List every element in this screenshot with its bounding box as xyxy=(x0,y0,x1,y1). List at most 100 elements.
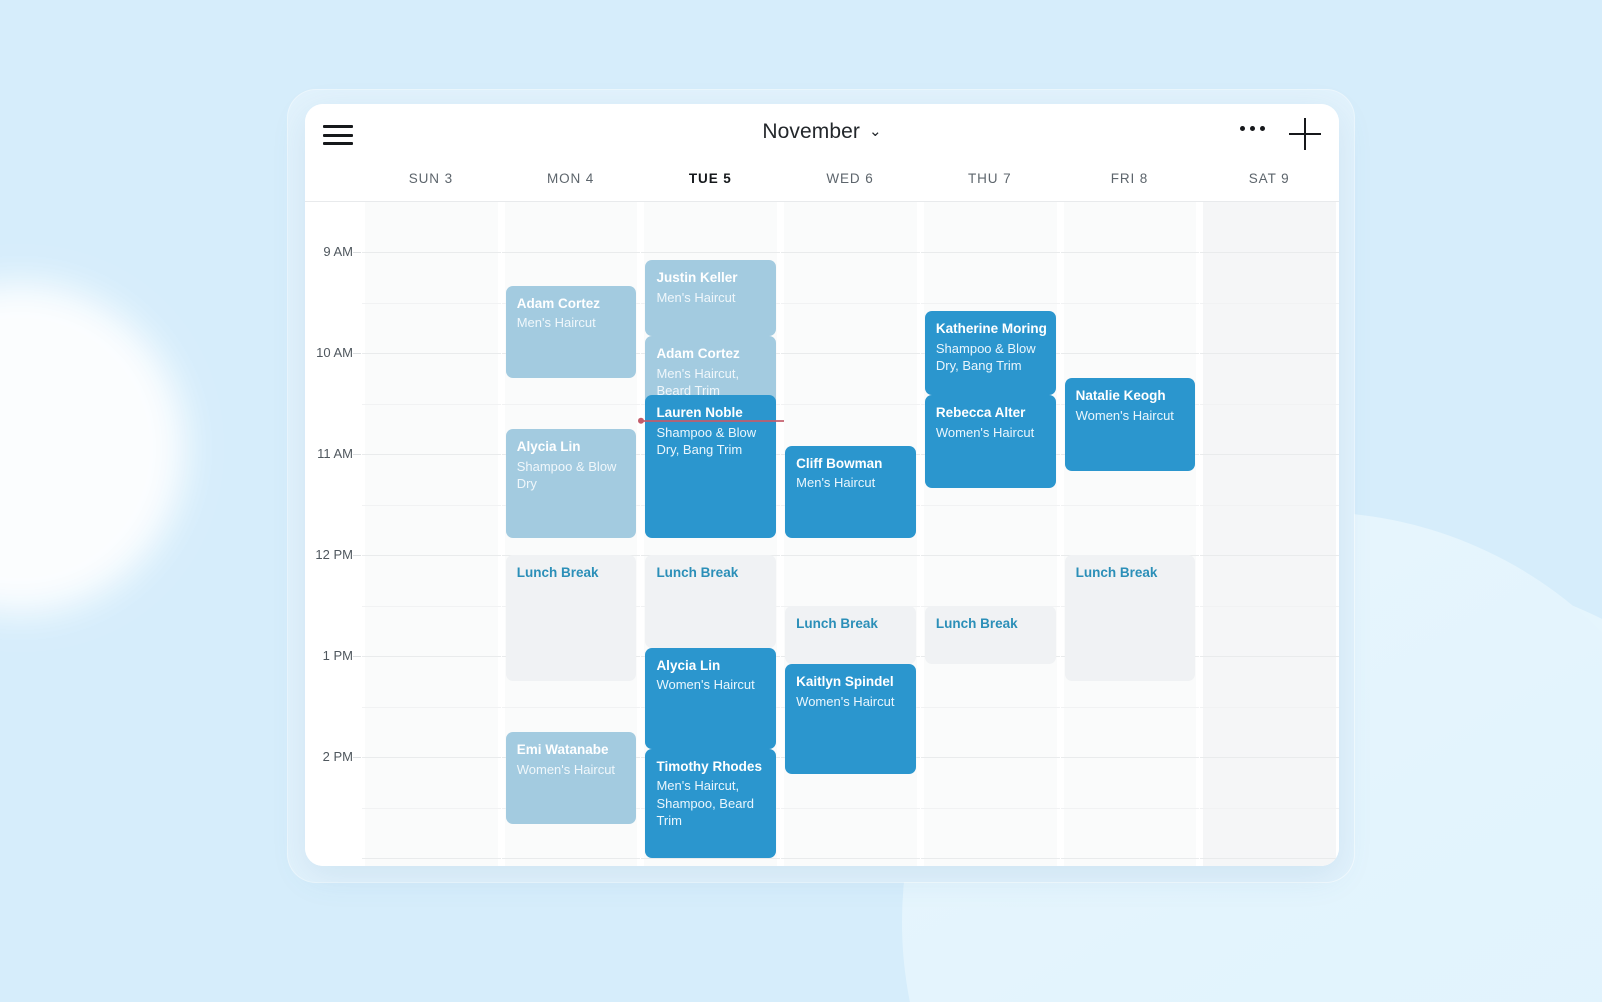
grid-line xyxy=(920,555,1060,556)
current-time-line xyxy=(641,420,785,422)
time-label: 9 AM xyxy=(323,244,353,259)
grid-line xyxy=(1200,757,1339,758)
more-options-icon[interactable] xyxy=(1240,126,1265,131)
time-tick xyxy=(353,656,361,657)
grid-line xyxy=(920,807,1060,809)
day-header-mon[interactable]: MON 4 xyxy=(501,166,641,201)
time-label: 10 AM xyxy=(316,345,353,360)
appointment-client-name: Alycia Lin xyxy=(656,657,721,673)
appointment-service: Men's Haircut xyxy=(796,475,876,491)
grid-line xyxy=(1200,706,1339,708)
appointment-block[interactable]: Adam Cortez Men's Haircut xyxy=(505,285,637,379)
day-column-fri[interactable]: Natalie Keogh Women's Haircut Lunch Break xyxy=(1060,202,1200,866)
grid-line xyxy=(781,403,920,405)
grid-line xyxy=(781,807,920,809)
grid-line xyxy=(920,757,1060,758)
day-header-fri[interactable]: FRI 8 xyxy=(1060,166,1200,201)
appointment-block[interactable]: Emi Watanabe Women's Haircut xyxy=(505,731,637,825)
appointment-service: Men's Haircut xyxy=(516,315,596,331)
day-column-wed[interactable]: Cliff Bowman Men's Haircut Lunch Break Kait… xyxy=(780,202,920,866)
appointment-client-name: Natalie Keogh xyxy=(1075,388,1166,404)
grid-line xyxy=(1200,454,1339,455)
grid-line xyxy=(362,252,501,253)
grid-line xyxy=(781,353,920,354)
appointment-service: Women's Haircut xyxy=(656,677,755,693)
grid-line xyxy=(920,302,1060,304)
calendar-grid: 9 AM 10 AM 11 AM 12 PM 1 PM 2 PM Adam Cortez M… xyxy=(305,202,1339,866)
day-header-row: SUN 3 MON 4 TUE 5 WED 6 THU 7 FRI 8 SAT 9 xyxy=(305,166,1339,202)
lunch-break-label: Lunch Break xyxy=(656,565,739,580)
appointment-block[interactable]: Rebecca Alter Women's Haircut xyxy=(924,395,1056,488)
appointment-service: Shampoo & Blow Dry xyxy=(516,458,617,491)
lunch-break-block[interactable]: Lunch Break xyxy=(924,605,1056,665)
appointment-service: Shampoo & Blow Dry, Bang Trim xyxy=(935,340,1036,373)
grid-line xyxy=(1200,504,1339,506)
time-label: 1 PM xyxy=(322,648,353,663)
grid-line xyxy=(1200,656,1339,657)
appointment-client-name: Adam Cortez xyxy=(656,346,740,362)
grid-line xyxy=(1200,858,1339,859)
appointment-block[interactable]: Alycia Lin Women's Haircut xyxy=(645,647,777,749)
grid-line xyxy=(920,706,1060,708)
time-tick xyxy=(353,252,361,253)
appointment-client-name: Adam Cortez xyxy=(516,295,600,311)
day-header-sun[interactable]: SUN 3 xyxy=(361,166,501,201)
appointment-block[interactable]: Katherine Moring Shampoo & Blow Dry, Bang… xyxy=(924,310,1056,396)
grid-line xyxy=(920,858,1060,859)
grid-line xyxy=(1060,858,1200,859)
grid-line xyxy=(362,807,501,809)
grid-line xyxy=(362,555,501,556)
grid-line xyxy=(1060,302,1200,304)
grid-line xyxy=(501,252,641,253)
current-time-marker xyxy=(638,418,645,425)
app-toolbar: November ⌄ xyxy=(305,104,1339,166)
time-tick xyxy=(353,757,361,758)
appointment-block[interactable]: Kaitlyn Spindel Women's Haircut xyxy=(785,664,916,774)
lunch-break-block[interactable]: Lunch Break xyxy=(785,605,916,665)
day-header-thu[interactable]: THU 7 xyxy=(920,166,1060,201)
grid-line xyxy=(1200,353,1339,354)
month-label: November xyxy=(762,120,860,143)
lunch-break-label: Lunch Break xyxy=(1075,565,1158,580)
grid-line xyxy=(1200,302,1339,304)
day-header-tue[interactable]: TUE 5 xyxy=(640,166,780,201)
chevron-down-icon[interactable]: ⌄ xyxy=(869,122,882,140)
grid-line xyxy=(362,504,501,506)
day-column-tue[interactable]: Justin Keller Men's Haircut Adam Cortez Men… xyxy=(638,202,785,866)
lunch-break-label: Lunch Break xyxy=(796,615,878,631)
appointment-service: Women's Haircut xyxy=(935,424,1035,440)
grid-line xyxy=(1060,504,1200,506)
time-tick xyxy=(353,555,361,556)
day-column-thu[interactable]: Katherine Moring Shampoo & Blow Dry, Bang… xyxy=(920,202,1060,866)
appointment-block[interactable]: Natalie Keogh Women's Haircut xyxy=(1064,378,1196,471)
appointment-client-name: Lauren Noble xyxy=(656,405,743,421)
day-header-sat[interactable]: SAT 9 xyxy=(1199,166,1339,201)
appointment-client-name: Justin Keller xyxy=(656,270,738,286)
day-column-mon[interactable]: Adam Cortez Men's Haircut Alycia Lin Shampo… xyxy=(501,202,641,866)
lunch-break-block[interactable]: Lunch Break xyxy=(1064,555,1196,682)
background-glow-left xyxy=(0,283,185,613)
grid-line xyxy=(781,858,920,859)
appointment-block[interactable]: Cliff Bowman Men's Haircut xyxy=(785,445,916,539)
grid-line xyxy=(1060,807,1200,809)
appointment-service: Women's Haircut xyxy=(796,694,895,710)
day-column-sat[interactable] xyxy=(1199,202,1339,866)
add-appointment-icon[interactable] xyxy=(1289,118,1321,150)
appointment-block[interactable]: Timothy Rhodes Men's Haircut, Shampoo, Be… xyxy=(645,748,777,858)
appointment-block[interactable]: Alycia Lin Shampoo & Blow Dry xyxy=(505,428,637,539)
grid-line xyxy=(362,353,501,354)
appointment-block[interactable]: Justin Keller Men's Haircut xyxy=(645,260,777,337)
page-title: November ⌄ xyxy=(305,120,1339,144)
grid-line xyxy=(1060,353,1200,354)
grid-line xyxy=(920,504,1060,506)
appointment-service: Shampoo & Blow Dry, Bang Trim xyxy=(656,424,757,458)
lunch-break-block[interactable]: Lunch Break xyxy=(505,555,637,682)
grid-line xyxy=(362,302,501,304)
day-column-sun[interactable] xyxy=(361,202,501,866)
appointment-block[interactable]: Lauren Noble Shampoo & Blow Dry, Bang Tri… xyxy=(645,395,777,539)
day-header-wed[interactable]: WED 6 xyxy=(780,166,920,201)
lunch-break-block[interactable]: Lunch Break xyxy=(645,555,777,648)
time-tick xyxy=(353,353,361,354)
appointment-client-name: Kaitlyn Spindel xyxy=(796,674,894,690)
time-label: 12 PM xyxy=(315,547,353,562)
